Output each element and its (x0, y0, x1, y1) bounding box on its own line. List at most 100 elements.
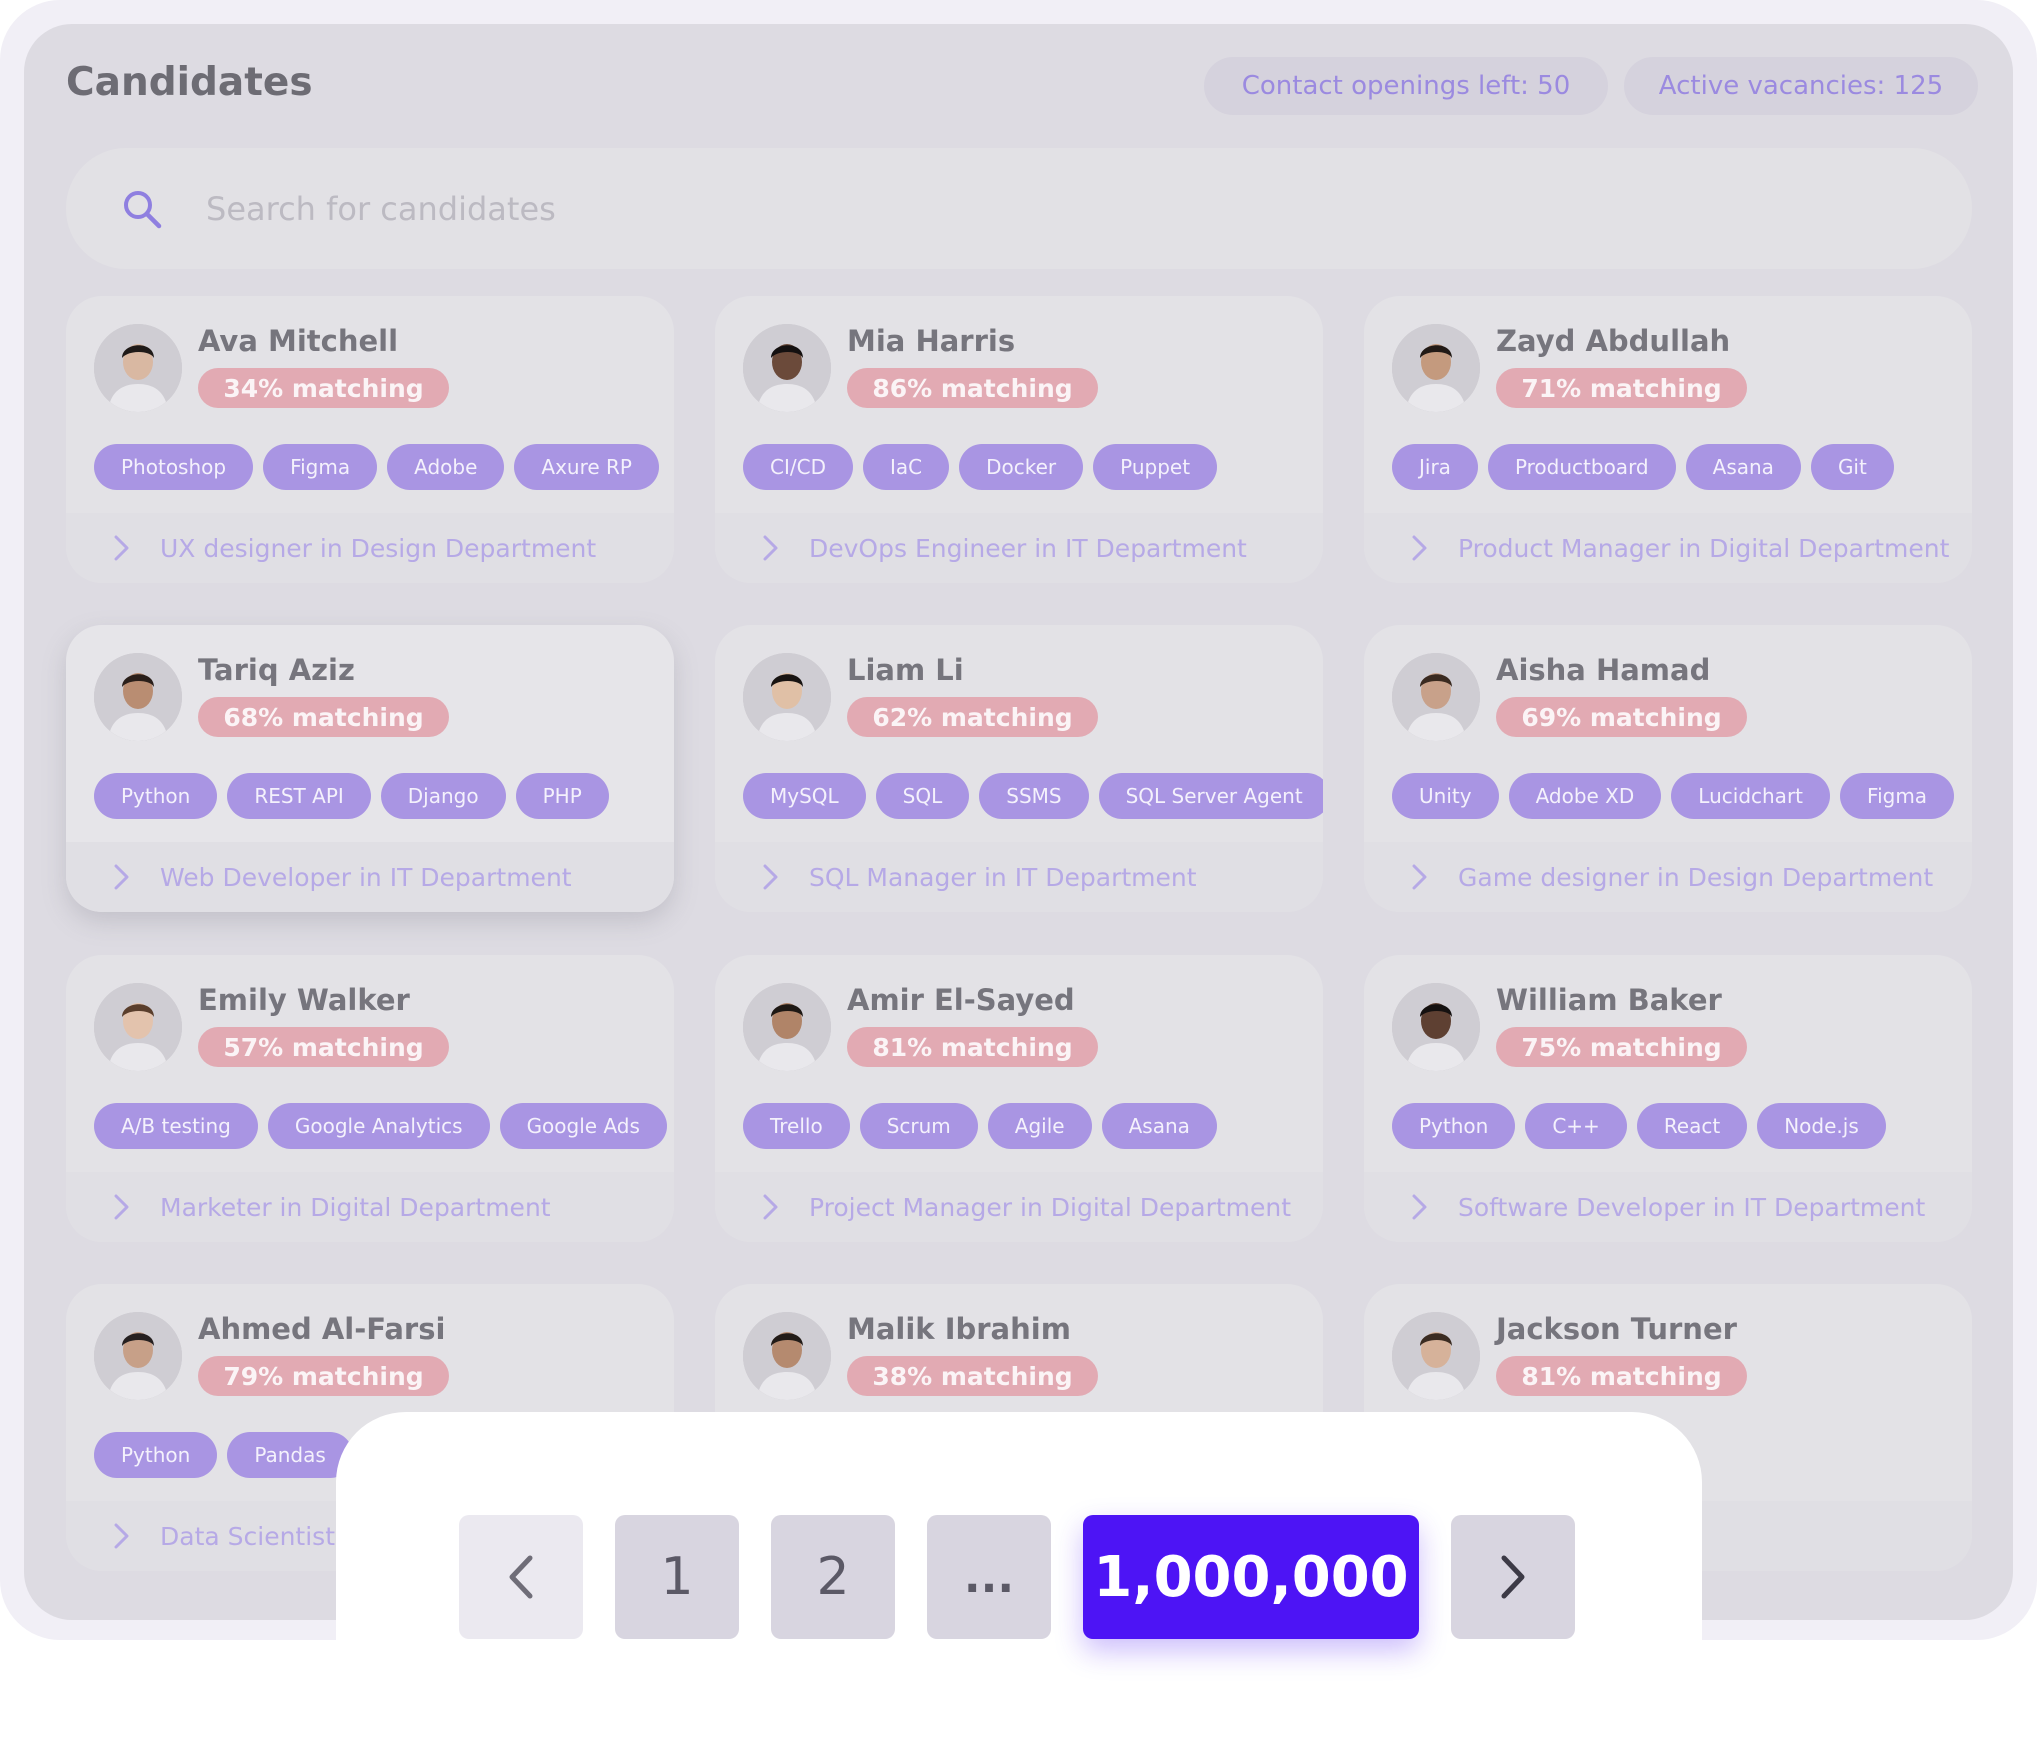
skill-tag[interactable]: PHP (515, 773, 609, 819)
avatar (743, 653, 831, 741)
vacancy-link[interactable]: Project Manager in Digital Department (715, 1172, 1323, 1242)
skill-tag[interactable]: Lucidchart (1671, 773, 1831, 819)
vacancy-label: Software Developer in IT Department (1458, 1192, 1926, 1222)
page-button-1[interactable]: 1 (615, 1515, 739, 1639)
vacancy-label: UX designer in Design Department (160, 533, 597, 563)
person-avatar-icon (94, 1312, 182, 1400)
skill-tag[interactable]: Python (94, 1432, 218, 1478)
skill-tag[interactable]: Jira (1392, 444, 1478, 490)
person-avatar-icon (94, 653, 182, 741)
vacancy-label: Data Scientist i (160, 1521, 350, 1551)
skill-tag[interactable]: C++ (1525, 1103, 1627, 1149)
candidate-card[interactable]: Zayd Abdullah 71% matching Jira Productboar… (1364, 296, 1972, 583)
active-vacancies-badge: Active vacancies: 125 (1624, 57, 1978, 115)
skill-tag[interactable]: Figma (1840, 773, 1955, 819)
skill-tag[interactable]: Figma (263, 444, 378, 490)
match-badge: 38% matching (847, 1356, 1098, 1396)
skill-tag[interactable]: Scrum (859, 1103, 978, 1149)
person-avatar-icon (1392, 324, 1480, 412)
skill-tag[interactable]: Google Ads (499, 1103, 667, 1149)
skill-tag[interactable]: Unity (1392, 773, 1499, 819)
candidate-card[interactable]: Ava Mitchell 34% matching Photoshop Figma Ad… (66, 296, 674, 583)
vacancy-link[interactable]: Marketer in Digital Department (66, 1172, 674, 1242)
candidate-card[interactable]: Liam Li 62% matching MySQL SQL SSMS SQL Serve… (715, 625, 1323, 912)
skill-tag[interactable]: Pandas (227, 1432, 353, 1478)
skill-tag[interactable]: Django (380, 773, 506, 819)
skill-tag[interactable]: REST API (227, 773, 371, 819)
candidate-card[interactable]: Aisha Hamad 69% matching Unity Adobe XD Luci… (1364, 625, 1972, 912)
skill-tag[interactable]: A/B testing (94, 1103, 258, 1149)
skill-tag[interactable]: Docker (959, 444, 1084, 490)
skill-tag[interactable]: Trello (743, 1103, 850, 1149)
person-avatar-icon (743, 324, 831, 412)
candidate-card[interactable]: Amir El-Sayed 81% matching Trello Scrum Agil… (715, 955, 1323, 1242)
candidate-card[interactable]: Mia Harris 86% matching CI/CD IaC Docker Pupp… (715, 296, 1323, 583)
chevron-right-icon (763, 535, 778, 561)
next-page-button[interactable] (1451, 1515, 1575, 1639)
vacancy-link[interactable]: SQL Manager in IT Department (715, 842, 1323, 912)
skill-tag[interactable]: Adobe XD (1508, 773, 1662, 819)
chevron-right-icon (763, 864, 778, 890)
page-button-2[interactable]: 2 (771, 1515, 895, 1639)
match-badge: 71% matching (1496, 368, 1747, 408)
vacancy-link[interactable]: UX designer in Design Department (66, 513, 674, 583)
skill-list: Python C++ React Node.js (1392, 1103, 1886, 1149)
skill-tag[interactable]: Productboard (1487, 444, 1676, 490)
vacancy-link[interactable]: Product Manager in Digital Department (1364, 513, 1972, 583)
vacancy-label: Marketer in Digital Department (160, 1192, 551, 1222)
vacancy-link[interactable]: Web Developer in IT Department (66, 842, 674, 912)
page-ellipsis[interactable]: ... (927, 1515, 1051, 1639)
search-input[interactable] (206, 189, 1706, 228)
skill-tag[interactable]: Asana (1101, 1103, 1217, 1149)
skill-tag[interactable]: Python (94, 773, 218, 819)
chevron-right-icon (1412, 535, 1427, 561)
candidate-name: Mia Harris (847, 324, 1016, 358)
candidate-card[interactable]: William Baker 75% matching Python C++ React N… (1364, 955, 1972, 1242)
skill-tag[interactable]: Asana (1685, 444, 1801, 490)
skill-tag[interactable]: Google Analytics (267, 1103, 490, 1149)
candidate-name: Ahmed Al-Farsi (198, 1312, 446, 1346)
person-avatar-icon (1392, 1312, 1480, 1400)
match-badge: 86% matching (847, 368, 1098, 408)
vacancy-link[interactable]: DevOps Engineer in IT Department (715, 513, 1323, 583)
skill-tag[interactable]: IaC (862, 444, 950, 490)
skill-tag[interactable]: Photoshop (94, 444, 254, 490)
skill-tag[interactable]: SSMS (979, 773, 1089, 819)
skill-tag[interactable]: SQL (875, 773, 970, 819)
avatar (94, 983, 182, 1071)
skill-tag[interactable]: MySQL (743, 773, 866, 819)
skill-tag[interactable]: CI/CD (743, 444, 853, 490)
candidate-card[interactable]: Emily Walker 57% matching A/B testing Googl… (66, 955, 674, 1242)
skill-tag[interactable]: Git (1810, 444, 1894, 490)
skill-tag[interactable]: Axure RP (514, 444, 659, 490)
vacancy-link[interactable]: Software Developer in IT Department (1364, 1172, 1972, 1242)
current-page-button[interactable]: 1,000,000 (1083, 1515, 1419, 1639)
skill-list: MySQL SQL SSMS SQL Server Agent (743, 773, 1323, 819)
person-avatar-icon (1392, 983, 1480, 1071)
skill-tag[interactable]: Adobe (387, 444, 505, 490)
skill-tag[interactable]: SQL Server Agent (1098, 773, 1323, 819)
candidate-card[interactable]: Tariq Aziz 68% matching Python REST API Djan… (66, 625, 674, 912)
skill-tag[interactable]: React (1636, 1103, 1748, 1149)
match-badge: 34% matching (198, 368, 449, 408)
avatar (1392, 1312, 1480, 1400)
vacancy-label: Product Manager in Digital Department (1458, 533, 1950, 563)
candidate-name: Aisha Hamad (1496, 653, 1711, 687)
match-badge: 79% matching (198, 1356, 449, 1396)
skill-tag[interactable]: Python (1392, 1103, 1516, 1149)
skill-tag[interactable]: Node.js (1757, 1103, 1886, 1149)
skill-tag[interactable]: Puppet (1093, 444, 1218, 490)
candidate-name: Tariq Aziz (198, 653, 355, 687)
match-badge: 81% matching (847, 1027, 1098, 1067)
prev-page-button[interactable] (459, 1515, 583, 1639)
avatar (743, 983, 831, 1071)
candidate-name: Ava Mitchell (198, 324, 399, 358)
candidate-name: Malik Ibrahim (847, 1312, 1071, 1346)
chevron-right-icon (1501, 1555, 1525, 1599)
chevron-right-icon (114, 864, 129, 890)
match-badge: 68% matching (198, 697, 449, 737)
skill-tag[interactable]: Agile (987, 1103, 1092, 1149)
search-bar[interactable] (66, 148, 1972, 269)
candidate-name: Jackson Turner (1496, 1312, 1737, 1346)
vacancy-link[interactable]: Game designer in Design Department (1364, 842, 1972, 912)
